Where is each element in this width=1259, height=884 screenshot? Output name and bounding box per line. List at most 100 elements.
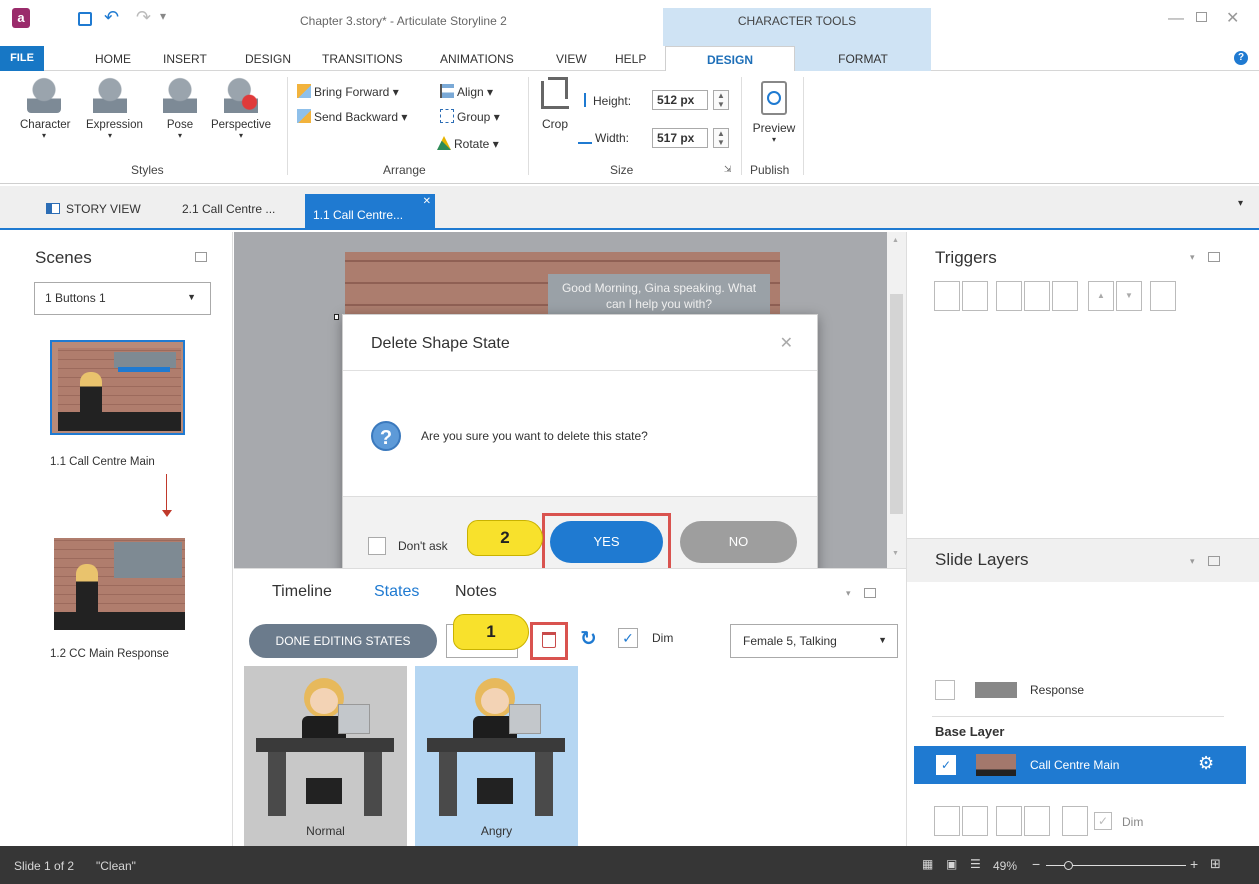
- tab-character-design[interactable]: DESIGN: [665, 46, 795, 72]
- slide-sorter-icon[interactable]: ▦: [922, 857, 933, 871]
- tab-states[interactable]: States: [374, 583, 419, 601]
- preview-mode-icon[interactable]: ☰: [970, 857, 981, 871]
- group-button[interactable]: Group ▾: [440, 109, 500, 124]
- move-down-icon[interactable]: ▼: [1116, 281, 1142, 311]
- duplicate-layer-icon[interactable]: [962, 806, 988, 836]
- undo-icon[interactable]: ↶: [104, 7, 119, 28]
- send-backward-button[interactable]: Send Backward ▾: [297, 109, 407, 124]
- pose-button[interactable]: Pose ▾: [156, 77, 204, 140]
- qat-customize-icon[interactable]: ▾: [160, 9, 166, 23]
- bring-forward-label: Bring Forward: [314, 85, 390, 99]
- speech-box[interactable]: Good Morning, Gina speaking. What can I …: [548, 274, 770, 314]
- close-icon[interactable]: ✕: [780, 333, 793, 353]
- zoom-in-icon[interactable]: +: [1190, 856, 1198, 872]
- menu-file[interactable]: FILE: [0, 46, 44, 71]
- preview-label: Preview: [752, 121, 796, 135]
- menu-insert[interactable]: INSERT: [163, 52, 207, 66]
- normal-view-icon[interactable]: ▣: [946, 857, 957, 871]
- response-visibility-checkbox[interactable]: [935, 680, 955, 700]
- dim-checkbox[interactable]: ✓: [618, 628, 638, 648]
- size-dialog-launcher-icon[interactable]: ⇲: [724, 164, 732, 175]
- close-button[interactable]: ✕: [1226, 8, 1239, 28]
- perspective-button[interactable]: Perspective ▾: [204, 77, 278, 140]
- menu-help[interactable]: HELP: [615, 52, 646, 66]
- character-button[interactable]: Character ▾: [20, 77, 71, 140]
- maximize-button[interactable]: [1196, 12, 1207, 22]
- crop-button[interactable]: Crop: [537, 77, 573, 131]
- bring-forward-button[interactable]: Bring Forward ▾: [297, 84, 399, 99]
- height-input[interactable]: 512 px: [652, 90, 708, 110]
- character-state-dropdown[interactable]: Female 5, Talking ▼: [730, 624, 898, 658]
- paste-layer-icon[interactable]: [1024, 806, 1050, 836]
- panel-float-icon[interactable]: [1208, 252, 1220, 262]
- slide-thumbnail-1-2[interactable]: [54, 538, 185, 630]
- fit-to-window-icon[interactable]: ⊞: [1210, 856, 1221, 872]
- height-stepper[interactable]: ▲ ▼: [713, 90, 729, 110]
- tab-2-1-call-centre[interactable]: 2.1 Call Centre ...: [182, 202, 275, 216]
- panel-float-icon[interactable]: [864, 588, 876, 598]
- menu-animations[interactable]: ANIMATIONS: [440, 52, 514, 66]
- width-stepper[interactable]: ▲ ▼: [713, 128, 729, 148]
- menu-view[interactable]: VIEW: [556, 52, 587, 66]
- panel-float-icon[interactable]: [1208, 556, 1220, 566]
- layer-row-call-centre-main[interactable]: ✓ Call Centre Main ⚙: [914, 746, 1246, 784]
- tabs-overflow-icon[interactable]: ▾: [1238, 198, 1243, 209]
- yes-button[interactable]: YES: [550, 521, 663, 563]
- slide-link-arrowhead: [162, 510, 172, 517]
- save-icon[interactable]: [78, 12, 92, 26]
- paste-trigger-icon[interactable]: [1024, 281, 1050, 311]
- reset-state-icon[interactable]: ↻: [580, 626, 597, 651]
- state-thumbnail-normal[interactable]: Normal: [244, 666, 407, 846]
- expression-button[interactable]: Expression ▾: [86, 77, 143, 140]
- scenes-float-icon[interactable]: [195, 252, 207, 262]
- tab-notes[interactable]: Notes: [455, 583, 497, 601]
- align-button[interactable]: Align ▾: [440, 84, 493, 99]
- state-thumbnail-angry[interactable]: Angry: [415, 666, 578, 846]
- new-trigger-icon[interactable]: [934, 281, 960, 311]
- menu-transitions[interactable]: TRANSITIONS: [322, 52, 403, 66]
- layers-dim-checkbox[interactable]: ✓: [1094, 812, 1112, 830]
- dim-label: Dim: [652, 631, 674, 645]
- slide-thumbnail-1-1[interactable]: [50, 340, 185, 435]
- copy-trigger-icon[interactable]: [996, 281, 1022, 311]
- done-editing-states-button[interactable]: DONE EDITING STATES: [249, 624, 437, 658]
- trigger-variables-icon[interactable]: [1150, 281, 1176, 311]
- layer-row-response[interactable]: Response: [935, 676, 1225, 706]
- tab-character-format[interactable]: FORMAT: [795, 46, 931, 71]
- width-input[interactable]: 517 px: [652, 128, 708, 148]
- scene-selected-value: 1 Buttons 1: [45, 291, 106, 305]
- menu-home[interactable]: HOME: [95, 52, 131, 66]
- story-view-tab[interactable]: STORY VIEW: [46, 202, 141, 216]
- base-visibility-checkbox[interactable]: ✓: [936, 755, 956, 775]
- panel-menu-icon[interactable]: ▾: [1190, 252, 1195, 263]
- redo-icon[interactable]: ↷: [136, 7, 151, 28]
- panel-menu-icon[interactable]: ▾: [1190, 556, 1195, 567]
- delete-trigger-icon[interactable]: [1052, 281, 1078, 311]
- zoom-slider-thumb[interactable]: [1064, 861, 1073, 870]
- rotate-button[interactable]: Rotate ▾: [437, 136, 499, 151]
- selection-handle[interactable]: [334, 314, 339, 320]
- delete-layer-icon[interactable]: [1062, 806, 1088, 836]
- tab-1-1-call-centre[interactable]: 1.1 Call Centre... ✕: [305, 194, 435, 230]
- zoom-level: 49%: [993, 859, 1018, 873]
- delete-state-button[interactable]: [535, 627, 563, 655]
- zoom-out-icon[interactable]: −: [1032, 856, 1040, 872]
- minimize-button[interactable]: —: [1168, 10, 1184, 28]
- callout-step-1: 1: [453, 614, 529, 650]
- new-layer-icon[interactable]: [934, 806, 960, 836]
- tab-close-icon[interactable]: ✕: [423, 196, 431, 207]
- copy-layer-icon[interactable]: [996, 806, 1022, 836]
- dont-ask-checkbox[interactable]: [368, 537, 386, 555]
- gear-icon[interactable]: ⚙: [1198, 753, 1214, 774]
- no-button[interactable]: NO: [680, 521, 797, 563]
- edit-trigger-icon[interactable]: [962, 281, 988, 311]
- preview-button[interactable]: Preview ▾: [748, 81, 800, 144]
- menu-design[interactable]: DESIGN: [245, 52, 291, 66]
- response-layer-label: Response: [1030, 683, 1085, 697]
- canvas-scrollbar[interactable]: ▲ ▼: [887, 232, 906, 568]
- panel-menu-icon[interactable]: ▾: [846, 588, 851, 599]
- scene-dropdown[interactable]: 1 Buttons 1 ▼: [34, 282, 211, 315]
- tab-timeline[interactable]: Timeline: [272, 583, 332, 601]
- move-up-icon[interactable]: ▲: [1088, 281, 1114, 311]
- help-icon[interactable]: ?: [1234, 51, 1248, 65]
